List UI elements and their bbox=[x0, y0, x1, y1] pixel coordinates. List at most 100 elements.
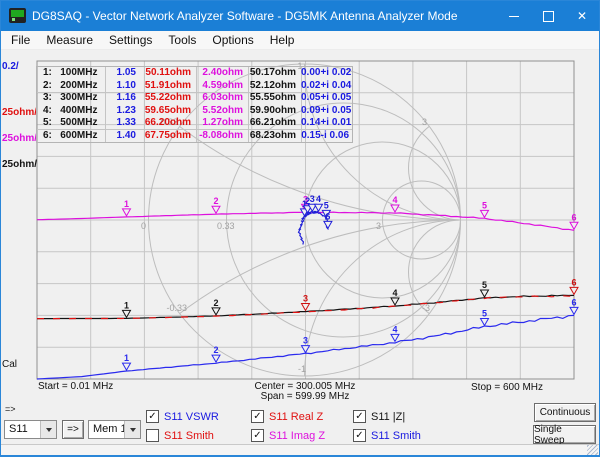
checkbox-s11-vswr[interactable]: ✓S11 VSWR bbox=[146, 410, 219, 423]
svg-text:-3: -3 bbox=[422, 303, 430, 313]
menu-help[interactable]: Help bbox=[262, 33, 303, 47]
checked-checkbox-icon[interactable]: ✓ bbox=[251, 410, 264, 423]
minimize-button[interactable] bbox=[497, 1, 531, 31]
svg-text:6: 6 bbox=[571, 277, 576, 287]
svg-text:1: 1 bbox=[124, 353, 129, 363]
table-cell: 66.20ohm bbox=[144, 117, 196, 130]
menu-file[interactable]: File bbox=[3, 33, 38, 47]
table-cell: 1: 100MHz bbox=[37, 67, 105, 80]
scale-label-1: 25ohm/ bbox=[2, 107, 37, 118]
to-memory-button[interactable]: => bbox=[62, 420, 84, 439]
table-cell: 68.23ohm bbox=[248, 130, 301, 143]
unchecked-checkbox-icon[interactable] bbox=[146, 429, 159, 442]
scale-label-3: 25ohm/ bbox=[2, 159, 37, 170]
channel-select[interactable]: S11 bbox=[4, 420, 57, 439]
stop-frequency-label: Stop = 600 MHz bbox=[471, 382, 571, 393]
marker-table: 1: 100MHz1.0550.11ohm2.40ohm50.17ohm0.00… bbox=[36, 66, 353, 143]
svg-text:5: 5 bbox=[324, 200, 329, 210]
table-cell: 4: 400MHz bbox=[37, 105, 105, 118]
continuous-sweep-button[interactable]: Continuous bbox=[534, 403, 596, 422]
table-cell: 5.52ohm bbox=[196, 105, 248, 118]
checkbox-label: S11 Real Z bbox=[269, 411, 323, 423]
menu-bar: FileMeasureSettingsToolsOptionsHelp bbox=[1, 31, 599, 50]
table-cell: 0.15-i 0.06 bbox=[301, 130, 352, 143]
svg-text:0: 0 bbox=[141, 221, 146, 231]
table-cell: 2.40ohm bbox=[196, 67, 248, 80]
checkbox-s11-z-[interactable]: ✓ S11 |Z| bbox=[353, 410, 405, 423]
checked-checkbox-icon[interactable]: ✓ bbox=[353, 429, 366, 442]
svg-text:4: 4 bbox=[392, 195, 397, 205]
table-row: 3: 300MHz1.1655.22ohm6.03ohm55.55ohm0.05… bbox=[37, 92, 352, 105]
start-frequency-label: Start = 0.01 MHz bbox=[38, 381, 113, 392]
table-row: 4: 400MHz1.2359.65ohm5.52ohm59.90ohm0.09… bbox=[37, 105, 352, 118]
svg-text:3: 3 bbox=[303, 336, 308, 346]
svg-text:5: 5 bbox=[482, 280, 487, 290]
svg-text:3: 3 bbox=[310, 194, 315, 204]
channel-select-dropdown[interactable] bbox=[40, 421, 56, 438]
resize-grip-icon[interactable] bbox=[587, 445, 598, 456]
svg-text:6: 6 bbox=[571, 212, 576, 222]
memory-select-dropdown[interactable] bbox=[124, 421, 140, 438]
table-row: 5: 500MHz1.3366.20ohm1.27ohm66.21ohm0.14… bbox=[37, 117, 352, 130]
checked-checkbox-icon[interactable]: ✓ bbox=[251, 429, 264, 442]
checked-checkbox-icon[interactable]: ✓ bbox=[146, 410, 159, 423]
svg-text:4: 4 bbox=[316, 194, 321, 204]
menu-settings[interactable]: Settings bbox=[101, 33, 160, 47]
table-cell: 4.59ohm bbox=[196, 80, 248, 93]
maximize-icon bbox=[543, 11, 554, 22]
svg-text:2: 2 bbox=[213, 196, 218, 206]
table-cell: 1.27ohm bbox=[196, 117, 248, 130]
table-row: 1: 100MHz1.0550.11ohm2.40ohm50.17ohm0.00… bbox=[37, 67, 352, 80]
table-cell: -8.08ohm bbox=[196, 130, 248, 143]
table-cell: 0.05+i 0.05 bbox=[301, 92, 352, 105]
checkbox-s11-smith[interactable]: S11 Smith bbox=[146, 429, 214, 442]
table-cell: 59.90ohm bbox=[248, 105, 301, 118]
svg-text:1: 1 bbox=[124, 300, 129, 310]
maximize-button[interactable] bbox=[531, 1, 565, 31]
table-cell: 0.09+i 0.05 bbox=[301, 105, 352, 118]
svg-text:2: 2 bbox=[305, 196, 310, 206]
table-cell: 1.10 bbox=[105, 80, 144, 93]
status-bar bbox=[1, 444, 599, 457]
table-cell: 1.40 bbox=[105, 130, 144, 143]
svg-text:5: 5 bbox=[482, 309, 487, 319]
window-title: DG8SAQ - Vector Network Analyzer Softwar… bbox=[32, 1, 458, 31]
table-cell: 0.02+i 0.04 bbox=[301, 80, 352, 93]
svg-text:1: 1 bbox=[124, 199, 129, 209]
checked-checkbox-icon[interactable]: ✓ bbox=[353, 410, 366, 423]
table-row: 2: 200MHz1.1051.91ohm4.59ohm52.12ohm0.02… bbox=[37, 80, 352, 93]
table-cell: 50.11ohm bbox=[144, 67, 196, 80]
memory-select[interactable]: Mem 1 bbox=[88, 420, 141, 439]
table-cell: 1.33 bbox=[105, 117, 144, 130]
table-row: 6: 600MHz1.4067.75ohm-8.08ohm68.23ohm0.1… bbox=[37, 130, 352, 143]
svg-text:1: 1 bbox=[302, 199, 307, 209]
table-cell: 5: 500MHz bbox=[37, 117, 105, 130]
table-cell: 0.00+i 0.02 bbox=[301, 67, 352, 80]
checkbox-s11-imag-z[interactable]: ✓S11 Imag Z bbox=[251, 429, 325, 442]
svg-text:3: 3 bbox=[376, 221, 381, 231]
svg-text:0.33: 0.33 bbox=[217, 221, 235, 231]
svg-text:5: 5 bbox=[482, 200, 487, 210]
table-cell: 6.03ohm bbox=[196, 92, 248, 105]
checkbox-label: S11 |Z| bbox=[371, 411, 405, 423]
close-button[interactable]: ✕ bbox=[565, 1, 599, 31]
svg-text:3: 3 bbox=[303, 294, 308, 304]
table-cell: 3: 300MHz bbox=[37, 92, 105, 105]
checkbox-s11-smith[interactable]: ✓ S11 Smith bbox=[353, 429, 421, 442]
menu-options[interactable]: Options bbox=[204, 33, 261, 47]
svg-text:2: 2 bbox=[213, 345, 218, 355]
menu-tools[interactable]: Tools bbox=[160, 33, 204, 47]
chevron-down-icon bbox=[46, 428, 52, 432]
table-cell: 1.05 bbox=[105, 67, 144, 80]
minimize-icon bbox=[509, 16, 519, 17]
svg-text:4: 4 bbox=[392, 324, 397, 334]
chevron-down-icon bbox=[130, 428, 136, 432]
checkbox-s11-real-z[interactable]: ✓ S11 Real Z bbox=[251, 410, 323, 423]
arrow-hint-label: => bbox=[5, 404, 16, 414]
table-cell: 2: 200MHz bbox=[37, 80, 105, 93]
app-window: DG8SAQ - Vector Network Analyzer Softwar… bbox=[0, 0, 600, 457]
checkbox-label: S11 Smith bbox=[371, 430, 421, 442]
table-cell: 67.75ohm bbox=[144, 130, 196, 143]
single-sweep-button[interactable]: Single Sweep bbox=[533, 425, 596, 444]
menu-measure[interactable]: Measure bbox=[38, 33, 101, 47]
